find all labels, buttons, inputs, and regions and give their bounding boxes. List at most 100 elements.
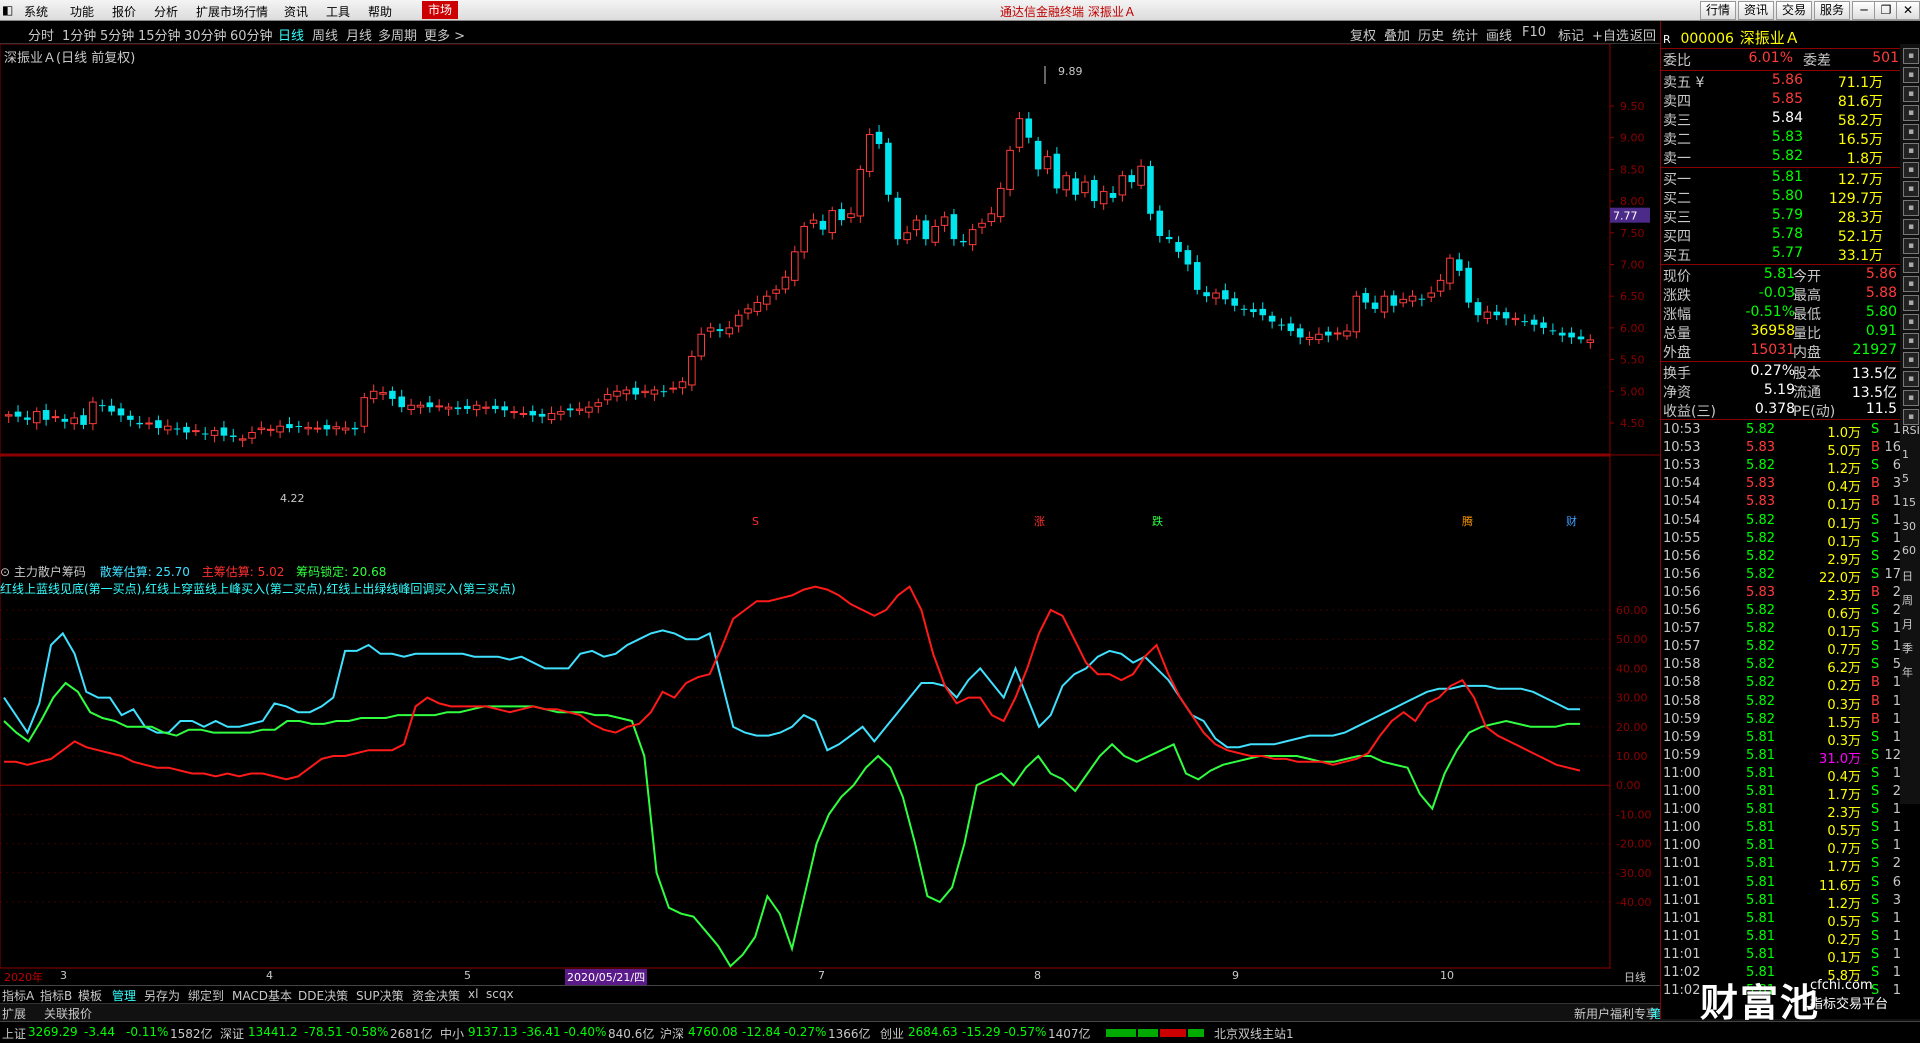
index-hs-name[interactable]: 沪深 [660, 1025, 684, 1042]
period-tab-30min[interactable]: 30分钟 [184, 25, 227, 44]
index-sz-name[interactable]: 深证 [220, 1025, 244, 1042]
tab-extend[interactable]: 扩展 [2, 1005, 26, 1022]
period-shortcut-11[interactable]: 年 [1902, 664, 1913, 680]
tick-row[interactable]: 10:59 5.81 0.3万 S 1 [1663, 730, 1901, 749]
toolbar-icon[interactable]: ▪ [1903, 314, 1919, 330]
tab-fund[interactable]: 资金决策 [412, 987, 460, 1004]
tick-row[interactable]: 10:55 5.82 0.1万 S 1 [1663, 531, 1901, 550]
tick-row[interactable]: 10:54 5.83 0.4万 B 3 [1663, 476, 1901, 495]
news-button[interactable]: 资讯 [1738, 1, 1775, 20]
tab-related-quote[interactable]: 关联报价 [44, 1005, 92, 1022]
kline-chart[interactable]: 9.89 4.22 S 涨 跌 腾 财 9.50 9.00 8.50 8.00 7.50 7.00 6.… [0, 44, 1660, 969]
tick-row[interactable]: 10:56 5.82 2.9万 S 2 [1663, 549, 1901, 568]
indicator-name[interactable]: 主力散户筹码 [14, 565, 86, 579]
tick-row[interactable]: 11:01 5.81 0.1万 S 1 [1663, 947, 1901, 966]
tab-manage[interactable]: 管理 [112, 987, 136, 1004]
toolbar-icon[interactable]: ▪ [1903, 143, 1919, 159]
period-shortcut-10[interactable]: 季 [1902, 640, 1913, 656]
period-tab-timeshare[interactable]: 分时 [28, 25, 54, 44]
tick-row[interactable]: 10:58 5.82 6.2万 S 5 [1663, 657, 1901, 676]
trade-button[interactable]: 交易 [1776, 1, 1813, 20]
tab-xl[interactable]: xl [468, 987, 478, 1001]
toolbar-icon[interactable]: ▪ [1903, 181, 1919, 197]
toolbar-icon[interactable]: ▪ [1903, 295, 1919, 311]
tick-row[interactable]: 11:00 5.81 0.4万 S 1 [1663, 766, 1901, 785]
market-button[interactable]: 市场 [422, 1, 459, 19]
tool-overlay[interactable]: 叠加 [1384, 25, 1410, 44]
tab-indicator-a[interactable]: 指标A [2, 987, 34, 1004]
period-tab-1min[interactable]: 1分钟 [62, 25, 96, 44]
toolbar-icon[interactable]: ▪ [1903, 124, 1919, 140]
index-sh-name[interactable]: 上证 [2, 1025, 26, 1042]
tool-add-watch[interactable]: +自选 [1592, 25, 1629, 44]
tick-row[interactable]: 11:01 5.81 0.2万 S 1 [1663, 929, 1901, 948]
period-tab-monthly[interactable]: 月线 [346, 25, 372, 44]
toolbar-icon[interactable]: ▪ [1903, 86, 1919, 102]
menu-item-quote[interactable]: 报价 [112, 3, 136, 20]
menu-item-ext-market[interactable]: 扩展市场行情 [196, 3, 268, 20]
toolbar-icon[interactable]: ▪ [1903, 162, 1919, 178]
menu-item-function[interactable]: 功能 [70, 3, 94, 20]
tab-scqx[interactable]: scqx [486, 987, 514, 1001]
maximize-icon[interactable]: ❐ [1874, 1, 1898, 20]
tick-row[interactable]: 10:58 5.82 0.2万 B 1 [1663, 675, 1901, 694]
tick-row[interactable]: 10:54 5.83 0.1万 B 1 [1663, 494, 1901, 513]
period-shortcut-6[interactable]: 60 [1902, 544, 1916, 557]
menu-item-help[interactable]: 帮助 [368, 3, 392, 20]
period-shortcut-7[interactable]: 日 [1902, 568, 1913, 584]
period-shortcut-4[interactable]: 15 [1902, 496, 1916, 509]
tick-row[interactable]: 10:56 5.82 0.6万 S 2 [1663, 603, 1901, 622]
tick-row[interactable]: 10:59 5.82 1.5万 B 1 [1663, 712, 1901, 731]
tab-macd[interactable]: MACD基本 [232, 987, 292, 1004]
period-tab-weekly[interactable]: 周线 [312, 25, 338, 44]
tick-row[interactable]: 10:59 5.81 31.0万 S 12 [1663, 748, 1901, 767]
tab-save-as[interactable]: 另存为 [144, 987, 180, 1004]
toolbar-icon[interactable]: ▪ [1903, 276, 1919, 292]
index-cy-name[interactable]: 创业 [880, 1025, 904, 1042]
tick-row[interactable]: 11:01 5.81 11.6万 S 6 [1663, 875, 1901, 894]
server-name[interactable]: 北京双线主站1 [1214, 1025, 1294, 1042]
toolbar-icon[interactable]: ▪ [1903, 67, 1919, 83]
tick-row[interactable]: 11:00 5.81 0.7万 S 1 [1663, 838, 1901, 857]
toolbar-icon[interactable]: ▪ [1903, 390, 1919, 406]
tick-row[interactable]: 10:58 5.82 0.3万 B 1 [1663, 694, 1901, 713]
toolbar-icon[interactable]: ▪ [1903, 257, 1919, 273]
tab-template[interactable]: 模板 [78, 987, 102, 1004]
tab-dde[interactable]: DDE决策 [298, 987, 348, 1004]
tool-f10[interactable]: F10 [1522, 25, 1546, 40]
tool-back[interactable]: 返回 [1630, 25, 1656, 44]
period-tab-15min[interactable]: 15分钟 [138, 25, 181, 44]
tab-sup[interactable]: SUP决策 [356, 987, 404, 1004]
index-sme-name[interactable]: 中小 [440, 1025, 464, 1042]
tick-row[interactable]: 11:00 5.81 2.3万 S 1 [1663, 802, 1901, 821]
menu-item-news[interactable]: 资讯 [284, 3, 308, 20]
tick-row[interactable]: 11:01 5.81 0.5万 S 1 [1663, 911, 1901, 930]
toolbar-icon[interactable]: ▪ [1903, 409, 1919, 425]
tick-row[interactable]: 11:01 5.81 1.7万 S 2 [1663, 856, 1901, 875]
toolbar-icon[interactable]: ▪ [1903, 219, 1919, 235]
tool-stats[interactable]: 统计 [1452, 25, 1478, 44]
minimize-icon[interactable]: ─ [1852, 1, 1876, 20]
tick-row[interactable]: 10:56 5.83 2.3万 B 2 [1663, 585, 1901, 604]
period-tab-5min[interactable]: 5分钟 [100, 25, 134, 44]
tool-adjust[interactable]: 复权 [1350, 25, 1376, 44]
menu-item-analysis[interactable]: 分析 [154, 3, 178, 20]
tool-mark[interactable]: 标记 [1558, 25, 1584, 44]
tick-row[interactable]: 11:00 5.81 0.5万 S 1 [1663, 820, 1901, 839]
toolbar-icon[interactable]: ▪ [1903, 333, 1919, 349]
period-tab-multi[interactable]: 多周期 [378, 25, 417, 44]
period-shortcut-5[interactable]: 30 [1902, 520, 1916, 533]
quote-button[interactable]: 行情 [1700, 1, 1737, 20]
toolbar-icon[interactable]: ▪ [1903, 105, 1919, 121]
tick-row[interactable]: 11:00 5.81 1.7万 S 2 [1663, 784, 1901, 803]
toolbar-icon[interactable]: ▪ [1903, 371, 1919, 387]
tick-row[interactable]: 10:57 5.82 0.1万 S 1 [1663, 621, 1901, 640]
tick-row[interactable]: 10:53 5.82 1.0万 S 1 [1663, 422, 1901, 441]
tick-row[interactable]: 10:54 5.82 0.1万 S 1 [1663, 513, 1901, 532]
toolbar-icon[interactable]: ▪ [1903, 48, 1919, 64]
tick-row[interactable]: 10:53 5.83 5.0万 B 16 [1663, 440, 1901, 459]
tick-row[interactable]: 10:53 5.82 1.2万 S 6 [1663, 458, 1901, 477]
toolbar-icon[interactable]: ▪ [1903, 200, 1919, 216]
toolbar-icon[interactable]: ▪ [1903, 238, 1919, 254]
period-tab-60min[interactable]: 60分钟 [230, 25, 273, 44]
